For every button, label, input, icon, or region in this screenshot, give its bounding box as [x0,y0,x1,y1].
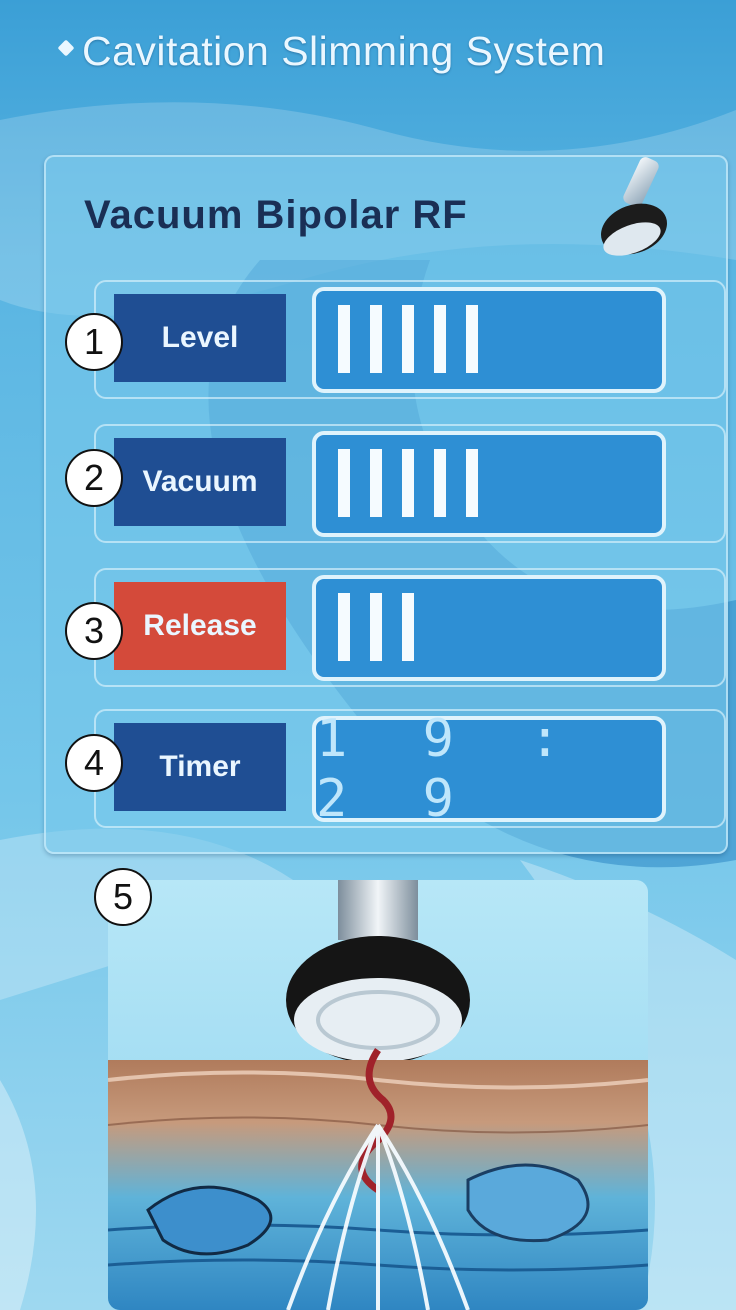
bullet-icon [57,39,75,57]
level-bar[interactable] [312,287,666,393]
settings-panel: Vacuum Bipolar RF Level Vacuum Release T… [44,155,728,854]
release-bar-segment [402,593,414,661]
release-bar-segment [338,593,350,661]
vacuum-bar[interactable] [312,431,666,537]
release-bar[interactable] [312,575,666,681]
vacuum-bar-segment [338,449,350,517]
vacuum-bar-segment [370,449,382,517]
badge-3: 3 [65,602,123,660]
timer-display[interactable]: 1 9 : 2 9 [312,709,666,829]
badge-4: 4 [65,734,123,792]
timer-row: Timer 1 9 : 2 9 [94,709,726,829]
vacuum-bar-segment [402,449,414,517]
level-bar-segment [402,305,414,373]
vacuum-bar-segment [434,449,446,517]
panel-title: Vacuum Bipolar RF [84,193,468,237]
page-title: Cavitation Slimming System [82,28,606,74]
level-bar-segment [338,305,350,373]
release-bar-segment [370,593,382,661]
level-bar-segment [466,305,478,373]
rf-treatment-illustration [108,880,648,1310]
release-button[interactable]: Release [114,582,286,670]
level-bar-segment [370,305,382,373]
rf-probe-icon [601,157,667,256]
timer-button[interactable]: Timer [114,723,286,811]
badge-2: 2 [65,449,123,507]
vacuum-bar-segment [466,449,478,517]
badge-5: 5 [94,868,152,926]
vacuum-button[interactable]: Vacuum [114,438,286,526]
badge-1: 1 [65,313,123,371]
release-row: Release [94,568,726,687]
timer-value: 1 9 : 2 9 [316,709,583,829]
level-row: Level [94,280,726,399]
level-button[interactable]: Level [114,294,286,382]
vacuum-row: Vacuum [94,424,726,543]
title-bar: Cavitation Slimming System [0,0,736,110]
level-bar-segment [434,305,446,373]
